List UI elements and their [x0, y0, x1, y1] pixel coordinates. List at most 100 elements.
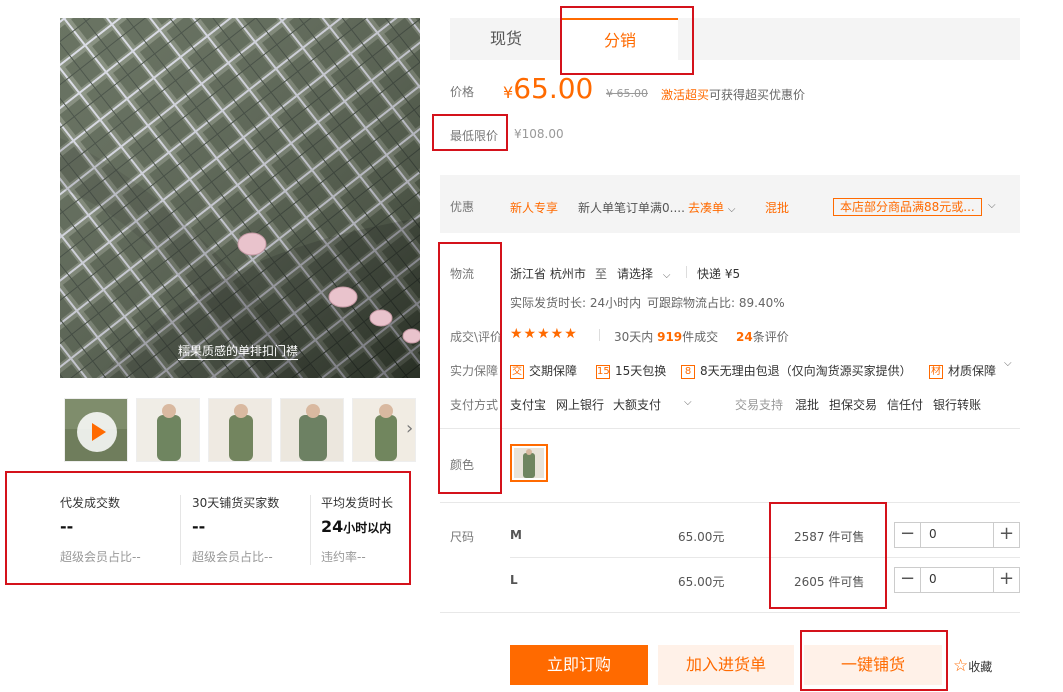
review-count[interactable]: 24条评价: [736, 328, 789, 345]
guarantee-label: 实力保障: [450, 364, 499, 378]
stat-label: 30天铺货买家数: [192, 496, 280, 510]
promo-label: 优惠: [450, 200, 475, 214]
trade-credit: 信任付: [887, 398, 924, 412]
price-amount: 65.00: [513, 72, 594, 105]
chevron-down-icon: ⌵: [662, 270, 671, 281]
review-suffix: 条评价: [752, 330, 789, 344]
go-link-label: 去凑单: [688, 201, 725, 215]
plus-button[interactable]: +: [993, 568, 1019, 592]
highlight-box: [769, 502, 887, 609]
favorite-button[interactable]: ☆收藏: [953, 656, 992, 676]
size-name: M: [510, 528, 522, 542]
deals-suffix: 件成交: [682, 330, 719, 344]
size-stock: 2605 件可售: [794, 575, 865, 589]
reviews-label: 成交\评价: [450, 330, 503, 344]
trade-support-label: 交易支持: [735, 398, 784, 412]
payment-large: 大额支付: [613, 398, 662, 412]
destination-select[interactable]: 请选择 ⌵: [617, 265, 670, 282]
express-fee: 快递 ¥5: [697, 267, 741, 281]
stat-ship-time: 平均发货时长 24小时以内 违约率--: [321, 494, 393, 565]
guarantee-exchange: 15 15天包换: [596, 362, 666, 379]
material-icon: 材: [929, 364, 943, 379]
ship-from: 浙江省 杭州市: [510, 267, 586, 281]
trace-ratio: 可跟踪物流占比: 89.40%: [647, 296, 785, 310]
price-label: 价格: [450, 85, 475, 99]
stat-sub: 违约率--: [321, 550, 366, 564]
calendar-icon: 15: [596, 364, 610, 379]
guarantee-material: 材材质保障: [929, 362, 996, 379]
product-main-image[interactable]: 糯果质感的单排扣门襟: [60, 18, 420, 378]
tab-distribution[interactable]: 分销: [562, 18, 678, 60]
review-number: 24: [736, 330, 753, 344]
quantity-input[interactable]: 0: [929, 527, 937, 541]
stat-unit: 小时以内: [343, 521, 392, 535]
guarantee-text: 8天无理由包退（仅向淘货源买家提供）: [700, 364, 912, 378]
store-promo-tag[interactable]: 本店部分商品满88元或...: [833, 198, 982, 216]
promo-newcomer-tag: 新人专享: [510, 201, 559, 215]
logistics-label: 物流: [450, 267, 475, 281]
divider: [310, 495, 311, 565]
stat-orders: 代发成交数 -- 超级会员占比--: [60, 494, 141, 565]
size-price: 65.00元: [678, 575, 725, 589]
tab-spot-goods[interactable]: 现货: [450, 18, 562, 60]
divider: [180, 495, 181, 565]
thumbnail[interactable]: [280, 398, 344, 462]
minus-button[interactable]: −: [895, 568, 921, 592]
shield-icon: 交: [510, 364, 524, 379]
guarantee-return: 8 8天无理由包退（仅向淘货源买家提供）: [681, 362, 912, 379]
stat-buyers: 30天铺货买家数 -- 超级会员占比--: [192, 494, 279, 565]
ship-to-word: 至: [595, 267, 608, 281]
quantity-input[interactable]: 0: [929, 572, 937, 586]
activate-link[interactable]: 激活超买: [661, 88, 709, 102]
plus-button[interactable]: +: [993, 523, 1019, 547]
activate-text: 可获得超买优惠价: [709, 88, 806, 102]
activate-super-buy: 激活超买可获得超买优惠价: [661, 86, 805, 103]
stat-label: 平均发货时长: [321, 496, 394, 510]
promo-desc: 新人单笔订单满0....: [578, 201, 685, 215]
stat-sub: 超级会员占比--: [60, 550, 141, 564]
add-to-cart-button[interactable]: 加入进货单: [658, 645, 794, 685]
quantity-stepper: − 0 +: [894, 567, 1020, 593]
stat-number: 24: [321, 517, 344, 536]
payment-label: 支付方式: [450, 398, 499, 412]
one-click-distribute-button[interactable]: 一键铺货: [804, 645, 942, 685]
payment-alipay: 支付宝: [510, 398, 547, 412]
star-icon: ☆: [953, 656, 969, 676]
currency-symbol: ¥: [503, 83, 514, 102]
thumbnail[interactable]: [208, 398, 272, 462]
size-name: L: [510, 573, 518, 587]
divider: [510, 557, 1020, 558]
return-icon: 8: [681, 364, 695, 379]
chevron-down-icon: ⌵: [727, 204, 736, 215]
color-swatch-selected[interactable]: [510, 444, 548, 482]
chevron-down-icon[interactable]: ⌵: [1004, 358, 1012, 369]
divider: [440, 612, 1020, 613]
go-add-order-link[interactable]: 去凑单 ⌵: [688, 199, 735, 216]
trade-bank-transfer: 银行转账: [933, 398, 982, 412]
video-thumbnail[interactable]: [64, 398, 128, 462]
minus-button[interactable]: −: [895, 523, 921, 547]
guarantee-text: 交期保障: [529, 364, 578, 378]
order-now-button[interactable]: 立即订购: [510, 645, 648, 685]
original-price: ¥ 65.00: [606, 87, 648, 100]
deals-prefix: 30天内: [614, 330, 654, 344]
chevron-down-icon[interactable]: ⌵: [684, 397, 692, 408]
stat-value: --: [60, 517, 74, 536]
chevron-right-icon[interactable]: ›: [406, 418, 413, 439]
thumbnail[interactable]: [136, 398, 200, 462]
destination-select-label: 请选择: [617, 267, 654, 281]
price-value: ¥65.00: [503, 72, 593, 105]
ship-time: 实际发货时长: 24小时内: [510, 296, 642, 310]
divider: [599, 329, 600, 341]
image-caption: 糯果质感的单排扣门襟: [178, 344, 299, 360]
stat-value: 24小时以内: [321, 517, 393, 536]
chevron-down-icon[interactable]: ⌵: [988, 200, 996, 211]
mix-batch-tag: 混批: [765, 201, 790, 215]
stat-label: 代发成交数: [60, 496, 121, 510]
color-label: 颜色: [450, 458, 475, 472]
stat-value: --: [192, 517, 206, 536]
guarantee-delivery: 交交期保障: [510, 362, 577, 379]
min-price-value: ¥108.00: [514, 127, 564, 141]
deals-number: 919: [657, 330, 683, 344]
divider: [440, 502, 1020, 503]
